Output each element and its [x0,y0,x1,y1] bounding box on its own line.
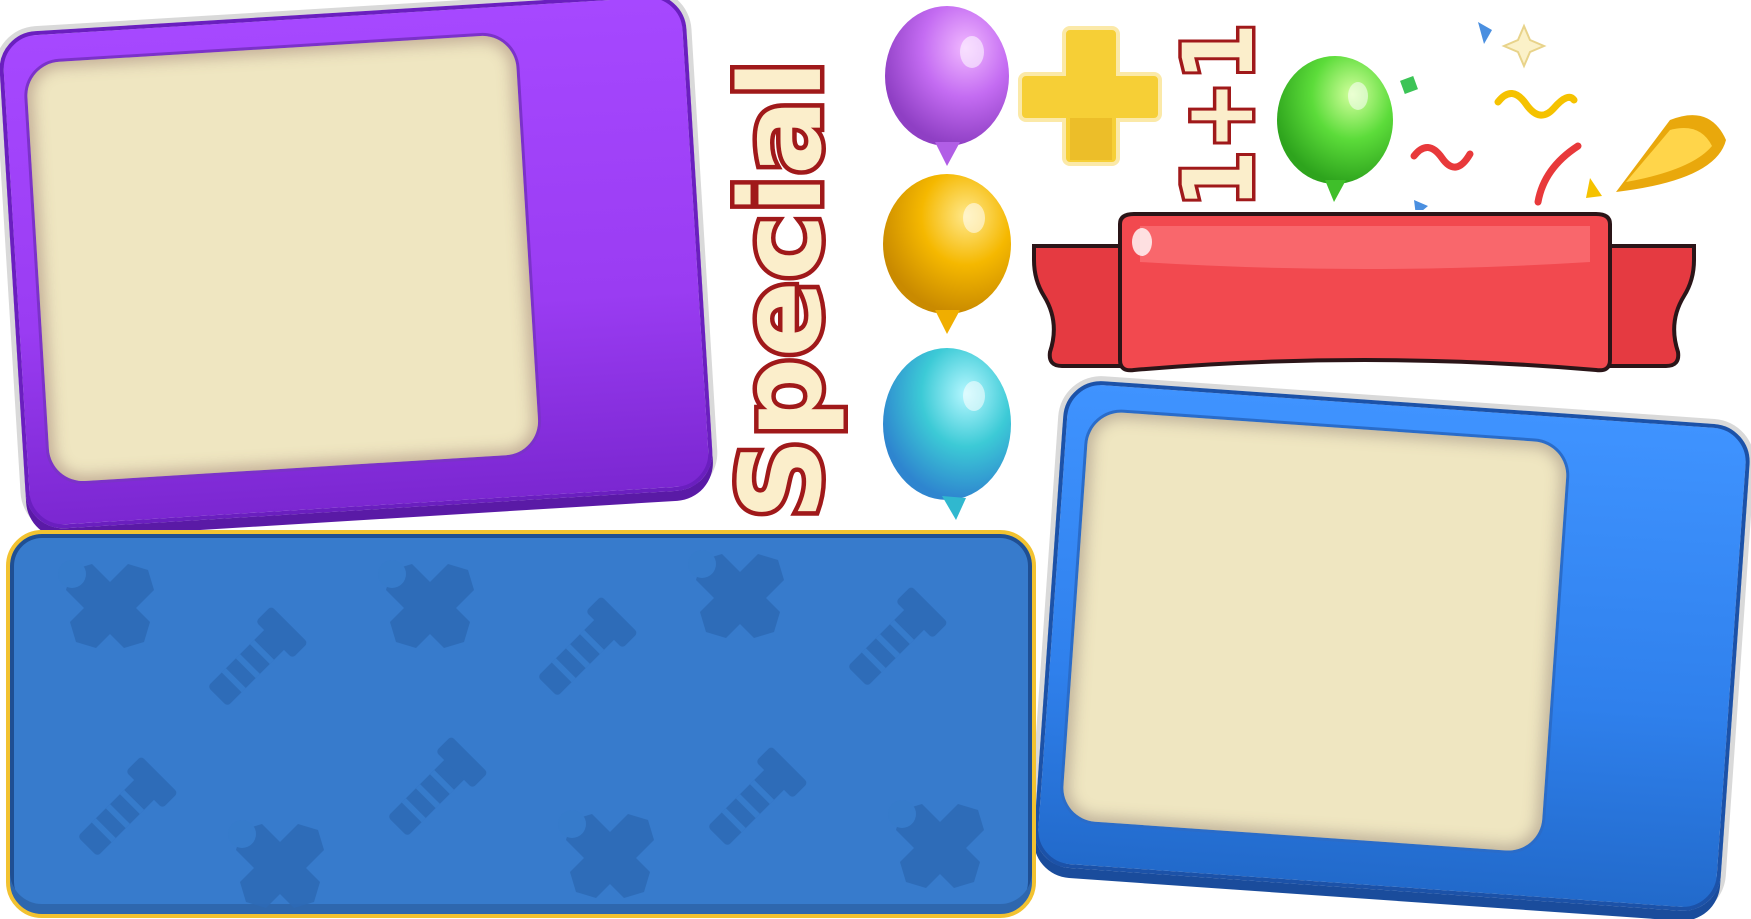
blue-card-content-area [1061,410,1569,853]
blue-card-frame [1031,378,1751,914]
party-horn-icon [1616,115,1726,192]
bolt-icon [379,736,488,845]
plus-icon [1018,26,1162,166]
bolt-icon [529,596,638,705]
bolt-icon [699,746,808,855]
wrench-icon [228,820,324,908]
confetti-streamer [1410,144,1474,171]
special-title-text: Special [720,60,847,520]
confetti-streamer [1534,142,1582,206]
wrench-icon [558,810,654,898]
wrench-icon [888,800,984,888]
confetti-piece [1414,200,1428,210]
cyan-balloon-icon [883,348,1011,520]
yellow-balloon-icon [883,174,1011,334]
tool-pattern [58,550,984,908]
confetti-piece [1478,22,1492,44]
ribbon-banner [1032,212,1696,373]
purple-balloon-icon [885,6,1009,166]
confetti-decoration [1400,22,1726,210]
wrench-icon [688,550,784,638]
confetti-piece [1586,178,1602,198]
special-title: Special [720,56,850,520]
sparkle-icon [1501,23,1547,69]
bolt-icon [199,606,308,715]
confetti-piece [1400,76,1418,94]
purple-card-content-area [25,33,541,484]
wrench-icon [58,560,154,648]
one-plus-one-badge: 1+1 [1160,20,1279,209]
confetti-streamer [1494,90,1578,119]
wide-blue-panel [6,530,1036,918]
purple-card-frame [0,0,715,531]
wrench-icon [378,560,474,648]
bolt-icon [839,586,948,695]
bolt-icon [69,756,178,865]
one-plus-one-text: 1+1 [1163,23,1275,208]
